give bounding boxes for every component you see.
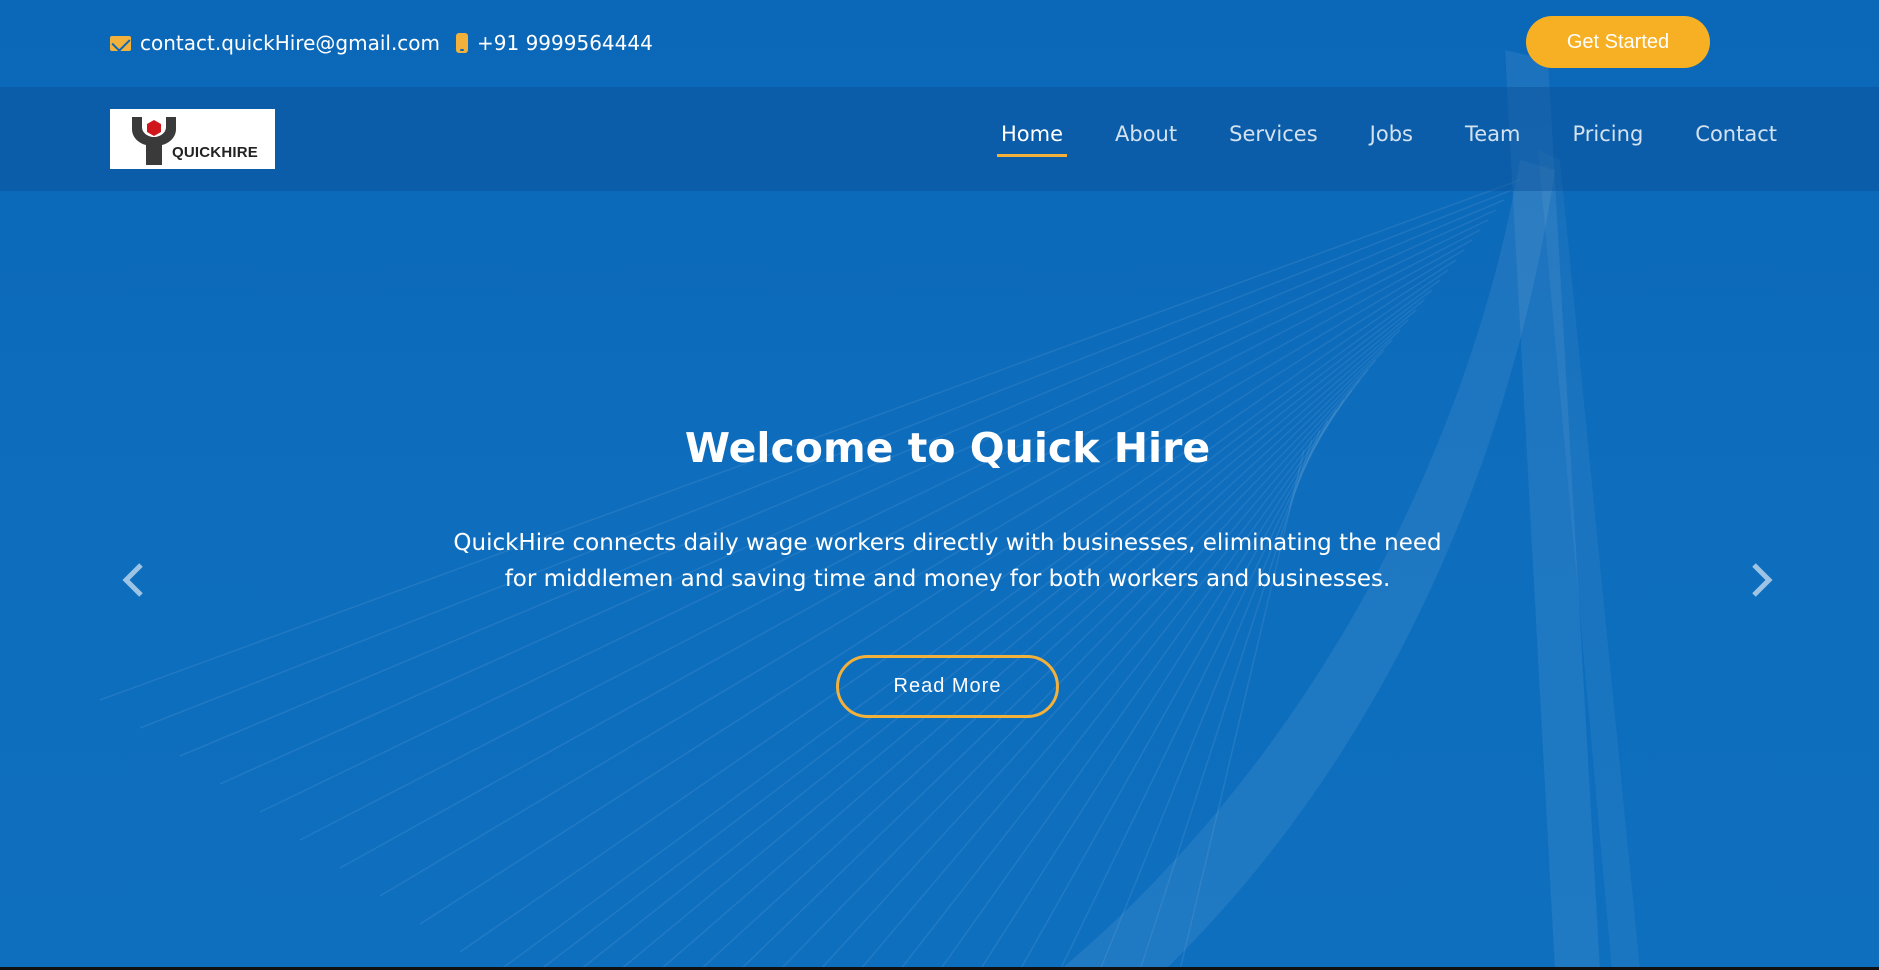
carousel-prev-button[interactable] [118,560,148,600]
read-more-button[interactable]: Read More [836,655,1059,718]
carousel-next-button[interactable] [1747,560,1777,600]
bridge-cable [619,309,1417,970]
nav-item-home[interactable]: Home [997,122,1068,157]
nav-item-services[interactable]: Services [1225,122,1322,146]
get-started-button[interactable]: Get Started [1526,16,1710,68]
chevron-left-icon [122,563,143,597]
hero-description: QuickHire connects daily wage workers di… [453,530,1442,592]
logo[interactable]: QUICKHIRE [110,109,275,169]
bridge-cable [499,279,1441,970]
nav-item-jobs[interactable]: Jobs [1366,122,1417,146]
chevron-right-icon [1752,563,1773,597]
bridge-cable [539,289,1433,970]
bridge-cable [579,299,1425,970]
phone-contact[interactable]: +91 9999564444 [456,28,653,58]
top-bar: contact.quickHire@gmail.com +91 99995644… [0,0,1879,87]
phone-text[interactable]: +91 9999564444 [477,31,653,55]
nav-menu: Home About Services Jobs Team Pricing Co… [953,122,1781,157]
nav-item-pricing[interactable]: Pricing [1569,122,1648,146]
email-text[interactable]: contact.quickHire@gmail.com [140,31,440,55]
hero-title: Welcome to Quick Hire [684,424,1211,472]
nav-item-contact[interactable]: Contact [1691,122,1781,146]
email-contact[interactable]: contact.quickHire@gmail.com [110,28,440,58]
mobile-phone-icon [456,33,468,53]
main-navbar: QUICKHIRE Home About Services Jobs Team … [0,87,1879,191]
envelope-icon [110,35,131,51]
bridge-cable [459,269,1449,953]
logo-text: QUICKHIRE [172,144,258,161]
nav-item-about[interactable]: About [1111,122,1181,146]
nav-item-team[interactable]: Team [1461,122,1525,146]
